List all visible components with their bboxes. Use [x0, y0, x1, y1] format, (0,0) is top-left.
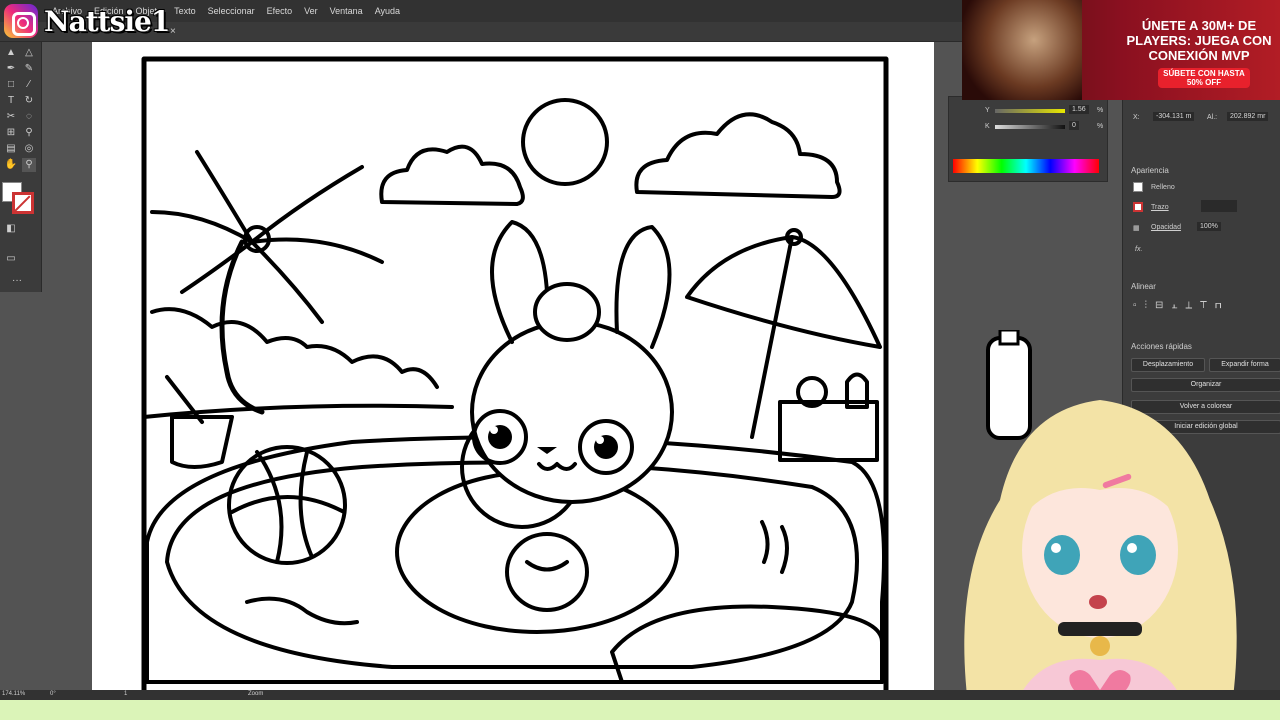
vtuber-collar: [1058, 622, 1142, 636]
brand-name: Nattsie1: [44, 4, 170, 38]
opacity-label[interactable]: Opacidad: [1151, 224, 1181, 231]
water-ripples: [760, 520, 789, 574]
advertisement-banner[interactable]: ÚNETE A 30M+ DE PLAYERS: JUEGA CON CONEX…: [962, 0, 1280, 100]
bunny-ear-right: [614, 225, 672, 349]
k-percent: %: [1097, 123, 1104, 130]
black-slider[interactable]: [995, 125, 1065, 129]
menu-efecto[interactable]: Efecto: [267, 6, 293, 16]
knight-helmet-image: [962, 0, 1082, 100]
umbrella-pole: [750, 235, 794, 439]
selection-tool-icon[interactable]: ▲: [4, 46, 18, 60]
height-label: Al.:: [1207, 114, 1218, 121]
direct-selection-tool-icon[interactable]: △: [22, 46, 36, 60]
sand-bucket: [170, 415, 234, 469]
y-value[interactable]: 1.56: [1069, 105, 1089, 114]
bunny-eye-shine-left: [490, 426, 498, 434]
menu-ventana[interactable]: Ventana: [330, 6, 363, 16]
shape-builder-tool-icon[interactable]: ⊞: [4, 126, 18, 140]
vtuber-bell: [1090, 636, 1110, 656]
artboard-number[interactable]: 1: [124, 691, 127, 697]
appearance-title: Apariencia: [1131, 166, 1169, 175]
cloud-left: [379, 144, 525, 206]
ad-headline: ÚNETE A 30M+ DE PLAYERS: JUEGA CON CONEX…: [1126, 18, 1272, 63]
rotation-value[interactable]: 0°: [50, 691, 56, 697]
fill-swatch-small[interactable]: [1133, 182, 1143, 192]
k-value[interactable]: 0: [1069, 121, 1079, 130]
pen-tool-icon[interactable]: ✒: [4, 62, 18, 76]
status-bar: 174.11% 0° 1 Zoom: [0, 690, 1280, 700]
vtuber-mouth: [1089, 595, 1107, 609]
zoom-level[interactable]: 174.11%: [2, 691, 25, 697]
vtuber-eye-shine-right: [1127, 543, 1137, 553]
rectangle-tool-icon[interactable]: □: [4, 78, 18, 92]
stroke-swatch-small[interactable]: [1133, 202, 1143, 212]
bunny-eye-shine-right: [596, 436, 604, 444]
hand-tool-icon[interactable]: ✋: [4, 158, 18, 172]
palm-trunk: [219, 239, 265, 415]
bottle-prop: [986, 336, 1032, 440]
yellow-slider[interactable]: [995, 109, 1065, 113]
ad-cta-button[interactable]: SÚBETE CON HASTA 50% OFF: [1158, 68, 1250, 88]
instagram-icon: [4, 4, 38, 38]
blend-tool-icon[interactable]: ◎: [22, 142, 36, 156]
current-tool: Zoom: [248, 691, 264, 697]
y-percent: %: [1097, 107, 1104, 114]
stroke-weight-field[interactable]: [1201, 200, 1237, 212]
stream-footer-bar: [0, 700, 1280, 720]
zoom-tool-icon[interactable]: ⚲: [22, 158, 36, 172]
duck-float: [505, 532, 589, 612]
menu-ayuda[interactable]: Ayuda: [375, 6, 400, 16]
align-title: Alinear: [1131, 282, 1156, 291]
color-spectrum[interactable]: [953, 159, 1099, 173]
illustrator-window: Archivo Edición Objeto Texto Seleccionar…: [0, 0, 1280, 720]
water-wave: [245, 596, 359, 626]
opacity-icon: ▦: [1133, 225, 1140, 232]
menu-texto[interactable]: Texto: [174, 6, 196, 16]
pencil-tool-icon[interactable]: ✎: [22, 62, 36, 76]
vtuber-eye-shine-left: [1051, 543, 1061, 553]
type-tool-icon[interactable]: T: [4, 94, 18, 108]
cloud-right: [634, 112, 842, 199]
brush-tool-icon[interactable]: ⁄: [22, 78, 36, 92]
more-tools-icon[interactable]: ···: [10, 274, 24, 288]
warp-tool-icon[interactable]: ◌: [22, 110, 36, 124]
x-label: X:: [1133, 114, 1140, 121]
align-buttons-icon[interactable]: ▫⫶⊟⫠⊥⊤⊓: [1133, 300, 1229, 311]
coloring-page-artwork: [141, 56, 889, 690]
vtuber-eye-left: [1044, 535, 1080, 575]
height-value-field[interactable]: 202.892 mr: [1227, 112, 1269, 121]
x-value-field[interactable]: -304.131 m: [1153, 112, 1195, 121]
draw-mode-icon[interactable]: ◧: [4, 222, 18, 236]
streamer-branding: Nattsie1: [4, 4, 170, 38]
cooler-basket: [778, 400, 879, 462]
bottle-cap: [998, 330, 1020, 346]
menu-ver[interactable]: Ver: [304, 6, 318, 16]
rotate-tool-icon[interactable]: ↻: [22, 94, 36, 108]
eyedropper-tool-icon[interactable]: ⚲: [22, 126, 36, 140]
fill-label: Relleno: [1151, 184, 1175, 191]
fx-icon[interactable]: fx.: [1135, 246, 1142, 253]
chick-on-head: [533, 282, 601, 342]
stroke-color-swatch[interactable]: [12, 192, 34, 214]
vtuber-avatar: [964, 330, 1237, 720]
scissors-tool-icon[interactable]: ✂: [4, 110, 18, 124]
menu-seleccionar[interactable]: Seleccionar: [208, 6, 255, 16]
bushes: [150, 307, 439, 389]
screen-mode-icon[interactable]: ▭: [4, 252, 18, 266]
opacity-value-field[interactable]: 100%: [1197, 222, 1221, 231]
vtuber-eye-right: [1120, 535, 1156, 575]
sun-shape: [521, 98, 609, 186]
color-panel: Y 1.56 % K 0 %: [948, 96, 1108, 182]
tools-panel: ▲ △ ✒ ✎ □ ⁄ T ↻ ✂ ◌ ⊞ ⚲ ▤ ◎ ✋ ⚲ ◧ ▭ ···: [0, 42, 42, 292]
gradient-tool-icon[interactable]: ▤: [4, 142, 18, 156]
umbrella-canopy: [685, 235, 882, 349]
close-icon[interactable]: ×: [170, 26, 176, 37]
stroke-label[interactable]: Trazo: [1151, 204, 1169, 211]
